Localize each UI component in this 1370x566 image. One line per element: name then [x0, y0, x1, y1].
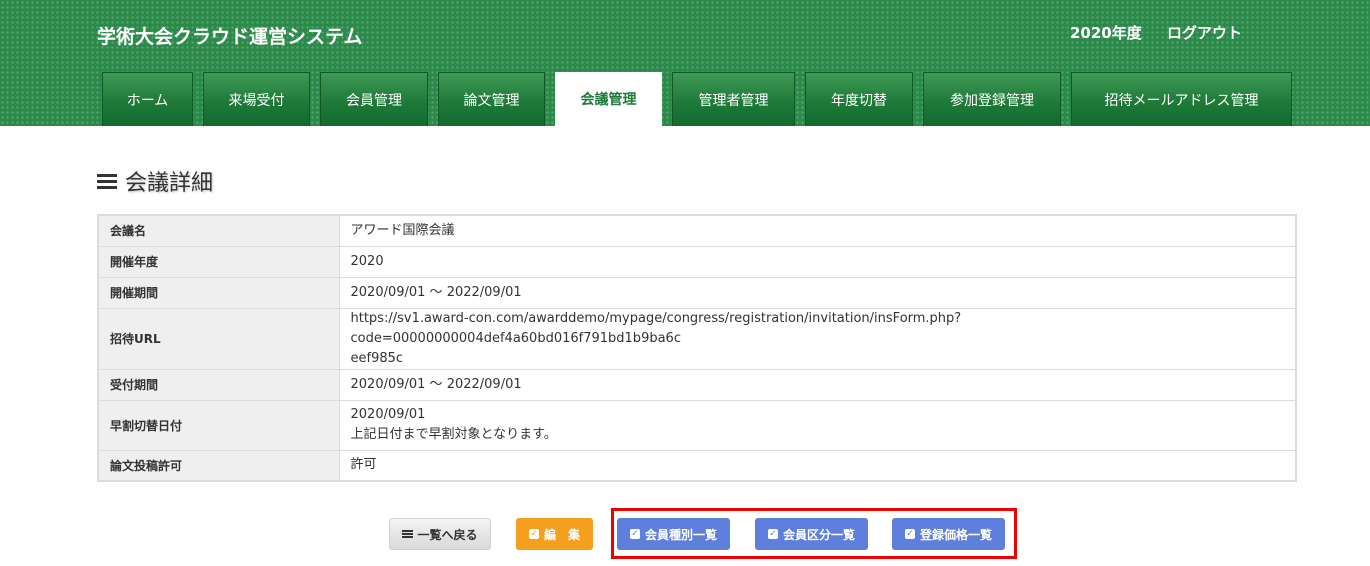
table-row: 受付期間 2020/09/01 ～ 2022/09/01	[97, 368, 1297, 401]
tab-papers[interactable]: 論文管理	[438, 72, 545, 126]
tab-invite-emails[interactable]: 招待メールアドレス管理	[1071, 72, 1292, 126]
table-row: 早割切替日付 2020/09/01 上記日付まで早割対象となります。	[97, 399, 1297, 451]
page-title: 会議詳細	[97, 165, 213, 197]
logout-link[interactable]: ログアウト	[1167, 22, 1242, 43]
member-types-button[interactable]: ✓ 会員種別一覧	[617, 518, 730, 550]
invite-url-line-2: eef985c	[350, 350, 404, 366]
member-types-label: 会員種別一覧	[644, 527, 717, 542]
tab-conferences[interactable]: 会議管理	[555, 72, 662, 126]
edit-button[interactable]: ✓ 編 集	[516, 518, 593, 550]
edit-label: 編 集	[543, 527, 580, 542]
table-row: 開催期間 2020/09/01 ～ 2022/09/01	[97, 276, 1297, 309]
table-row: 会議名 アワード国際会議	[97, 214, 1297, 247]
row-value: 許可	[338, 449, 1297, 482]
table-row: 招待URL https://sv1.award-con.com/awarddem…	[97, 307, 1297, 370]
row-label: 論文投稿許可	[97, 449, 340, 482]
row-value: https://sv1.award-con.com/awarddemo/mypa…	[338, 307, 1297, 370]
back-to-list-label: 一覧へ戻る	[417, 527, 478, 542]
tab-registration[interactable]: 参加登録管理	[923, 72, 1061, 126]
page-title-text: 会議詳細	[125, 171, 214, 196]
table-row: 開催年度 2020	[97, 245, 1297, 278]
check-icon: ✓	[629, 529, 640, 539]
early-bird-date: 2020/09/01	[350, 407, 426, 422]
check-icon: ✓	[904, 529, 915, 539]
tab-members[interactable]: 会員管理	[320, 72, 428, 126]
invite-url-line-1: https://sv1.award-con.com/awarddemo/mypa…	[350, 310, 962, 346]
row-label: 開催年度	[97, 245, 340, 278]
fiscal-year-label: 2020年度	[1070, 24, 1142, 42]
row-value: 2020	[338, 245, 1297, 278]
back-to-list-button[interactable]: 一覧へ戻る	[389, 518, 491, 550]
hamburger-icon	[97, 173, 117, 189]
row-value: 2020/09/01 ～ 2022/09/01	[338, 368, 1297, 401]
row-label: 早割切替日付	[97, 399, 340, 451]
tab-home[interactable]: ホーム	[102, 72, 193, 126]
tab-admins[interactable]: 管理者管理	[672, 72, 795, 126]
header-bar: 学術大会クラウド運営システム 2020年度 ログアウト ホーム 来場受付 会員管…	[0, 0, 1370, 126]
tab-year-switch[interactable]: 年度切替	[805, 72, 913, 126]
list-icon	[402, 529, 414, 539]
member-categories-button[interactable]: ✓ 会員区分一覧	[755, 518, 868, 550]
row-label: 開催期間	[97, 276, 340, 309]
conference-detail-table: 会議名 アワード国際会議 開催年度 2020 開催期間 2020/09/01 ～…	[97, 214, 1297, 482]
row-label: 会議名	[97, 214, 340, 247]
early-bird-note: 上記日付まで早割対象となります。	[350, 427, 557, 442]
row-label: 招待URL	[97, 307, 340, 370]
check-icon: ✓	[528, 529, 539, 539]
member-categories-label: 会員区分一覧	[782, 527, 855, 542]
row-value: 2020/09/01 上記日付まで早割対象となります。	[338, 399, 1297, 451]
check-icon: ✓	[767, 529, 778, 539]
tab-reception[interactable]: 来場受付	[203, 72, 310, 126]
app-title: 学術大会クラウド運営システム	[97, 26, 363, 48]
row-label: 受付期間	[97, 368, 340, 401]
price-list-button[interactable]: ✓ 登録価格一覧	[892, 518, 1005, 550]
row-value: 2020/09/01 ～ 2022/09/01	[338, 276, 1297, 309]
row-value: アワード国際会議	[338, 214, 1297, 247]
table-row: 論文投稿許可 許可	[97, 449, 1297, 482]
price-list-label: 登録価格一覧	[919, 527, 992, 542]
